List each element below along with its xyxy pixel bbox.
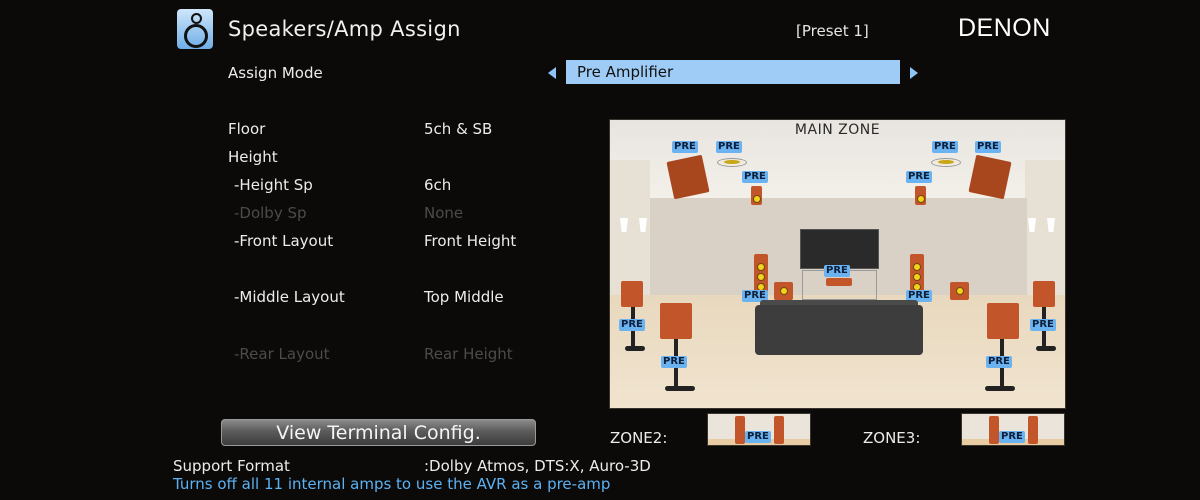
pre-badge: PRE [906,171,932,183]
speaker-stand-base [985,386,1015,391]
subwoofer-right [950,282,969,300]
pre-badge: PRE [619,319,645,331]
middle-layout-value[interactable]: Top Middle [424,288,504,306]
subwoofer-left [774,282,793,300]
help-text: Turns off all 11 internal amps to use th… [173,475,611,493]
rear-layout-label: -Rear Layout [234,345,330,363]
pre-badge: PRE [1030,319,1056,331]
main-zone-title: MAIN ZONE [794,122,881,138]
zone2-label: ZONE2: [610,429,668,447]
triangle-left-icon[interactable] [548,67,556,79]
pre-badge: PRE [824,265,850,277]
floor-label: Floor [228,120,266,138]
pre-badge: PRE [661,356,687,368]
floor-value[interactable]: 5ch & SB [424,120,492,138]
middle-layout-label: -Middle Layout [234,288,345,306]
surround-left-speaker [621,281,643,307]
main-zone-diagram: MAIN ZONE PRE PRE PRE PRE PRE PRE PRE PR… [609,119,1066,409]
ceiling-speaker-right [931,158,961,167]
speaker-stand-base [665,386,695,391]
top-front-left-speaker [666,154,710,200]
zone3-diagram: PRE [961,413,1065,446]
center-speaker [826,278,852,286]
pre-badge: PRE [986,356,1012,368]
triangle-right-icon[interactable] [910,67,918,79]
dolby-sp-value: None [424,204,464,222]
sofa [755,305,923,355]
front-height-left-speaker [751,186,762,205]
page-title: Speakers/Amp Assign [228,17,461,41]
assign-mode-selector[interactable]: Pre Amplifier [566,60,900,84]
assign-mode-label: Assign Mode [228,64,323,82]
preset-indicator: [Preset 1] [796,22,869,40]
pre-badge: PRE [716,141,742,153]
zone3-right-speaker [1028,416,1038,444]
support-format-label: Support Format [173,457,290,475]
zone3-left-speaker [989,416,999,444]
surround-back-right-speaker [987,303,1019,339]
pre-badge: PRE [672,141,698,153]
top-front-right-speaker [968,154,1012,200]
zone3-label: ZONE3: [863,429,921,447]
pre-badge: PRE [932,141,958,153]
surround-back-left-speaker [660,303,692,339]
brand-logo: DENON [958,14,1051,42]
speaker-stand-base [625,346,645,351]
surround-right-speaker [1033,281,1055,307]
pre-badge: PRE [975,141,1001,153]
support-format-value: :Dolby Atmos, DTS:X, Auro-3D [424,457,651,475]
speaker-icon [177,9,213,49]
rear-layout-value: Rear Height [424,345,513,363]
height-sp-value[interactable]: 6ch [424,176,451,194]
front-height-right-speaker [915,186,926,205]
view-terminal-config-button[interactable]: View Terminal Config. [221,419,536,446]
height-label: Height [228,148,278,166]
zone2-left-speaker [735,416,745,444]
front-layout-label: -Front Layout [234,232,334,250]
dolby-sp-label: -Dolby Sp [234,204,307,222]
tv-screen [800,229,879,269]
height-sp-label: -Height Sp [234,176,313,194]
ceiling-speaker-left [717,158,747,167]
zone2-diagram: PRE [707,413,811,446]
front-layout-value[interactable]: Front Height [424,232,516,250]
speaker-stand-base [1036,346,1056,351]
pre-badge: PRE [742,171,768,183]
zone2-right-speaker [774,416,784,444]
pre-badge: PRE [999,431,1025,443]
pre-badge: PRE [745,431,771,443]
